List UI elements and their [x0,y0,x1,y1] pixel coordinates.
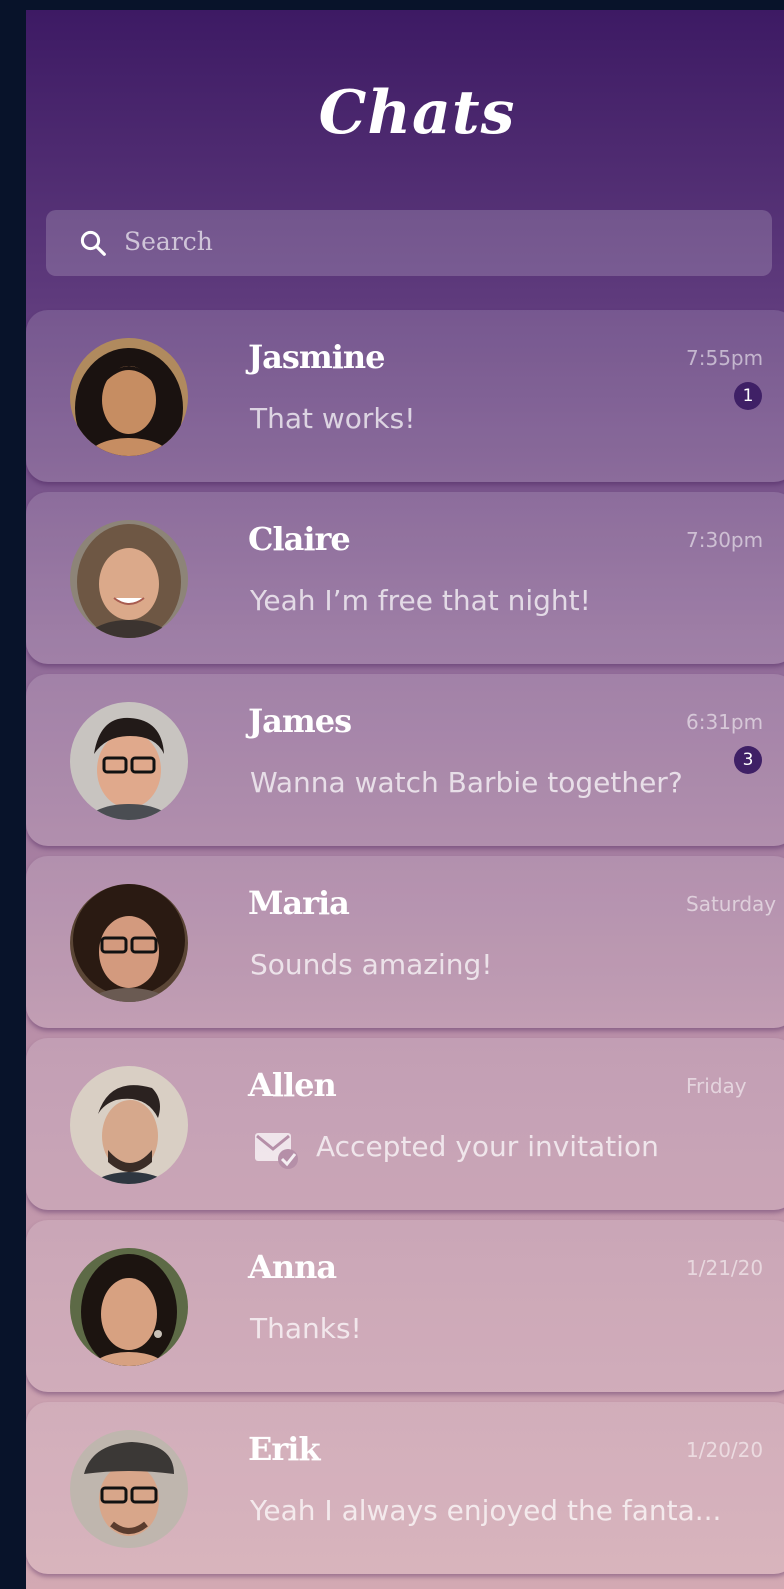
contact-name: James [248,702,352,740]
chat-item-erik[interactable]: Erik Yeah I always enjoyed the fanta... … [26,1402,784,1574]
chat-item-james[interactable]: James Wanna watch Barbie together? 6:31p… [26,674,784,846]
chat-item-claire[interactable]: Claire Yeah I’m free that night! 7:30pm [26,492,784,664]
message-preview: Yeah I’m free that night! [250,584,591,617]
message-preview: Yeah I always enjoyed the fanta... [250,1494,722,1527]
chat-item-allen[interactable]: Allen Accepted your invitation Friday [26,1038,784,1210]
timestamp: 1/21/20 [686,1256,764,1280]
search-icon [80,230,106,256]
chat-list-screen: Chats Search Jasmine That works! 7:55pm … [26,10,784,1589]
avatar [70,884,188,1002]
chat-item-jasmine[interactable]: Jasmine That works! 7:55pm 1 [26,310,784,482]
avatar [70,1430,188,1548]
avatar [70,702,188,820]
avatar [70,520,188,638]
timestamp: 7:30pm [686,528,764,552]
page-title: Chats [318,78,516,148]
contact-name: Claire [248,520,351,558]
unread-badge: 3 [734,746,762,774]
chat-item-anna[interactable]: Anna Thanks! 1/21/20 [26,1220,784,1392]
contact-name: Maria [248,884,350,922]
timestamp: Saturday [686,892,777,916]
search-bar[interactable]: Search [46,210,772,276]
message-preview: Sounds amazing! [250,948,493,981]
unread-badge: 1 [734,382,762,410]
avatar [70,1066,188,1184]
avatar [70,338,188,456]
contact-name: Erik [248,1430,321,1468]
contact-name: Anna [248,1248,337,1286]
chat-item-maria[interactable]: Maria Sounds amazing! Saturday [26,856,784,1028]
contact-name: Allen [248,1066,337,1104]
mail-check-icon [255,1133,298,1169]
timestamp: Friday [686,1074,747,1098]
search-placeholder[interactable]: Search [124,227,213,256]
message-preview: Accepted your invitation [316,1130,659,1163]
message-preview: That works! [250,402,416,435]
avatar [70,1248,188,1366]
contact-name: Jasmine [248,338,386,376]
timestamp: 1/20/20 [686,1438,764,1462]
timestamp: 6:31pm [686,710,764,734]
message-preview: Wanna watch Barbie together? [250,766,683,799]
timestamp: 7:55pm [686,346,764,370]
message-preview: Thanks! [250,1312,362,1345]
